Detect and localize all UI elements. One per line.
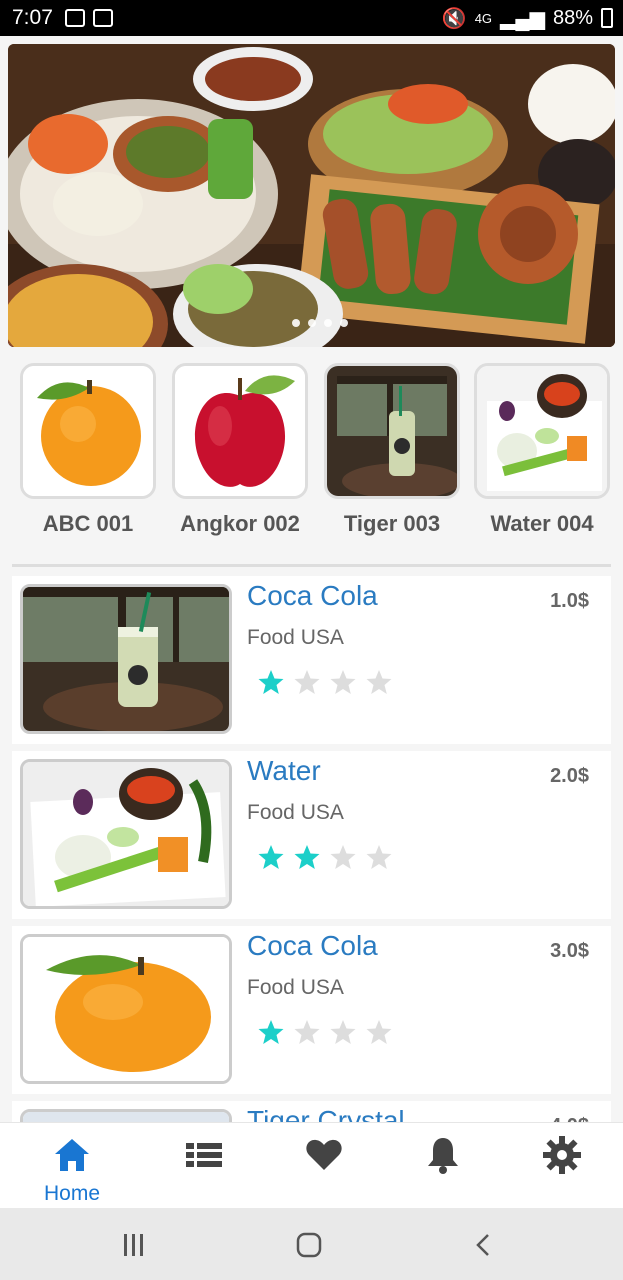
vegetable-platter-image xyxy=(477,366,607,496)
signal-icon: ▂▄▆ xyxy=(500,7,545,30)
battery-label: 88% xyxy=(552,6,593,29)
product-price: 1.0$ xyxy=(550,590,589,612)
category-label: Tiger 003 xyxy=(343,511,441,536)
product-price: 2.0$ xyxy=(550,765,589,787)
vegetable-platter-image xyxy=(23,762,229,906)
status-bar: 7:07 🔇 4G ▂▄▆ 88% xyxy=(0,0,623,36)
category-item[interactable]: Water 004 xyxy=(472,363,612,537)
star-filled-icon[interactable] xyxy=(293,843,321,871)
gear-icon xyxy=(543,1136,581,1174)
orange-image xyxy=(23,937,229,1081)
star-empty-icon[interactable] xyxy=(365,843,393,871)
product-image xyxy=(20,934,232,1084)
banner-food-image xyxy=(8,44,615,347)
section-divider xyxy=(12,564,611,567)
home-icon xyxy=(55,1139,89,1171)
status-time: 7:07 xyxy=(12,6,53,29)
apple-image xyxy=(175,366,305,496)
back-icon[interactable] xyxy=(472,1232,496,1258)
star-empty-icon[interactable] xyxy=(329,668,357,696)
star-filled-icon[interactable] xyxy=(257,668,285,696)
star-empty-icon[interactable] xyxy=(365,1018,393,1046)
nav-home-label: Home xyxy=(43,1182,101,1205)
product-card[interactable]: Coca Cola Food USA 1.0$ xyxy=(12,576,611,744)
mute-icon: 🔇 xyxy=(441,7,467,30)
star-empty-icon[interactable] xyxy=(329,1018,357,1046)
category-row: ABC 001 Angkor 002 Tiger 003 Water 004 xyxy=(0,363,623,543)
product-card[interactable]: Coca Cola Food USA 3.0$ xyxy=(12,926,611,1094)
pagination-dot[interactable] xyxy=(340,319,348,327)
list-icon xyxy=(186,1143,222,1167)
star-filled-icon[interactable] xyxy=(257,843,285,871)
orange-image xyxy=(23,366,153,496)
star-empty-icon[interactable] xyxy=(365,668,393,696)
system-navigation-bar xyxy=(0,1208,623,1280)
category-thumb xyxy=(20,363,156,499)
product-subtitle: Food USA xyxy=(247,801,344,824)
bottom-navigation: Home xyxy=(0,1122,623,1208)
heart-icon xyxy=(306,1139,342,1170)
nav-home[interactable]: Home xyxy=(32,1135,112,1206)
app-content: ABC 001 Angkor 002 Tiger 003 Water 004 C… xyxy=(0,36,623,1206)
recent-apps-icon[interactable] xyxy=(120,1232,148,1258)
rating-stars[interactable] xyxy=(257,1018,393,1046)
product-price: 3.0$ xyxy=(550,940,589,962)
category-item[interactable]: ABC 001 xyxy=(18,363,158,537)
product-title: Water xyxy=(247,755,321,786)
hero-banner[interactable] xyxy=(8,44,615,347)
nav-notifications[interactable] xyxy=(403,1135,483,1180)
banner-pagination[interactable] xyxy=(292,319,348,327)
category-thumb xyxy=(172,363,308,499)
star-filled-icon[interactable] xyxy=(257,1018,285,1046)
battery-icon xyxy=(601,8,613,28)
gallery-icon xyxy=(64,9,85,27)
category-label: Water 004 xyxy=(490,511,594,536)
nav-settings[interactable] xyxy=(522,1135,602,1180)
nav-favorites[interactable] xyxy=(284,1135,364,1180)
pagination-dot[interactable] xyxy=(292,319,300,327)
home-system-icon[interactable] xyxy=(295,1232,323,1258)
matcha-drink-image xyxy=(23,587,229,731)
rating-stars[interactable] xyxy=(257,843,393,871)
product-card[interactable]: Water Food USA 2.0$ xyxy=(12,751,611,919)
product-subtitle: Food USA xyxy=(247,626,344,649)
bell-icon xyxy=(428,1138,458,1174)
product-image xyxy=(20,759,232,909)
category-item[interactable]: Angkor 002 xyxy=(170,363,310,537)
star-empty-icon[interactable] xyxy=(293,668,321,696)
product-title: Coca Cola xyxy=(247,930,378,961)
product-title: Coca Cola xyxy=(247,580,378,611)
wifi-icon xyxy=(92,9,113,27)
product-subtitle: Food USA xyxy=(247,976,344,999)
rating-stars[interactable] xyxy=(257,668,393,696)
star-empty-icon[interactable] xyxy=(329,843,357,871)
category-label: Angkor 002 xyxy=(180,511,300,536)
category-thumb xyxy=(474,363,610,499)
product-image xyxy=(20,584,232,734)
category-item[interactable]: Tiger 003 xyxy=(322,363,462,537)
matcha-drink-image xyxy=(327,366,457,496)
category-thumb xyxy=(324,363,460,499)
pagination-dot[interactable] xyxy=(308,319,316,327)
category-label: ABC 001 xyxy=(42,511,134,536)
star-empty-icon[interactable] xyxy=(293,1018,321,1046)
nav-list[interactable] xyxy=(164,1135,244,1180)
network-label: 4G xyxy=(474,10,493,26)
pagination-dot[interactable] xyxy=(324,319,332,327)
